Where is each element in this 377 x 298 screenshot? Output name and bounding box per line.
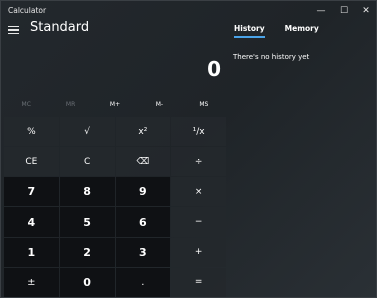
digit-3-key[interactable]: 3 xyxy=(115,237,171,267)
memory-store-button[interactable]: MS xyxy=(182,99,226,111)
percent-key[interactable]: % xyxy=(4,117,59,147)
digit-1-key[interactable]: 1 xyxy=(4,237,59,267)
mode-title: Standard xyxy=(30,20,90,35)
add-key[interactable]: + xyxy=(171,237,226,267)
history-empty-message: There's no history yet xyxy=(233,53,310,61)
digit-9-key[interactable]: 9 xyxy=(115,177,171,207)
memory-add-button[interactable]: M+ xyxy=(93,99,137,111)
window-title: Calculator xyxy=(8,6,47,15)
hamburger-menu-icon[interactable] xyxy=(8,24,21,35)
divide-key[interactable]: ÷ xyxy=(171,147,226,177)
digit-8-key[interactable]: 8 xyxy=(59,177,115,207)
memory-recall-button[interactable]: MR xyxy=(48,99,92,111)
memory-subtract-button[interactable]: M- xyxy=(137,99,181,111)
clear-entry-key[interactable]: CE xyxy=(4,147,59,177)
digit-5-key[interactable]: 5 xyxy=(59,207,115,237)
memory-row: MC MR M+ M- MS xyxy=(4,99,226,111)
tab-history-label: History xyxy=(234,24,265,33)
tab-memory-label: Memory xyxy=(284,24,319,33)
minimize-button[interactable]: — xyxy=(310,1,332,20)
maximize-button[interactable]: ☐ xyxy=(333,1,355,20)
digit-4-key[interactable]: 4 xyxy=(4,207,59,237)
tab-memory[interactable]: Memory xyxy=(285,24,319,33)
digit-7-key[interactable]: 7 xyxy=(4,177,59,207)
equals-key[interactable]: = xyxy=(171,267,226,297)
multiply-key[interactable]: × xyxy=(171,177,226,207)
digit-0-key[interactable]: 0 xyxy=(59,267,115,297)
display-value: 0 xyxy=(207,57,221,81)
panel-tabs: History Memory xyxy=(234,24,319,38)
negate-key[interactable]: ± xyxy=(4,267,59,297)
calculator-window: Calculator — ☐ ✕ Standard 0 MC MR M+ M- … xyxy=(0,0,377,298)
decimal-key[interactable]: . xyxy=(115,267,171,297)
digit-6-key[interactable]: 6 xyxy=(115,207,171,237)
square-root-key[interactable]: √ xyxy=(59,117,115,147)
tab-history[interactable]: History xyxy=(234,24,265,38)
backspace-key[interactable]: ⌫ xyxy=(115,147,171,177)
square-key[interactable]: x² xyxy=(115,117,171,147)
keypad: % √ x² ¹/x CE C ⌫ ÷ 7 8 9 × 4 5 6 − 1 2 … xyxy=(4,117,226,297)
clear-key[interactable]: C xyxy=(59,147,115,177)
reciprocal-key[interactable]: ¹/x xyxy=(171,117,226,147)
tab-selected-indicator xyxy=(234,36,265,38)
digit-2-key[interactable]: 2 xyxy=(59,237,115,267)
subtract-key[interactable]: − xyxy=(171,207,226,237)
close-button[interactable]: ✕ xyxy=(355,1,377,20)
memory-clear-button[interactable]: MC xyxy=(4,99,48,111)
